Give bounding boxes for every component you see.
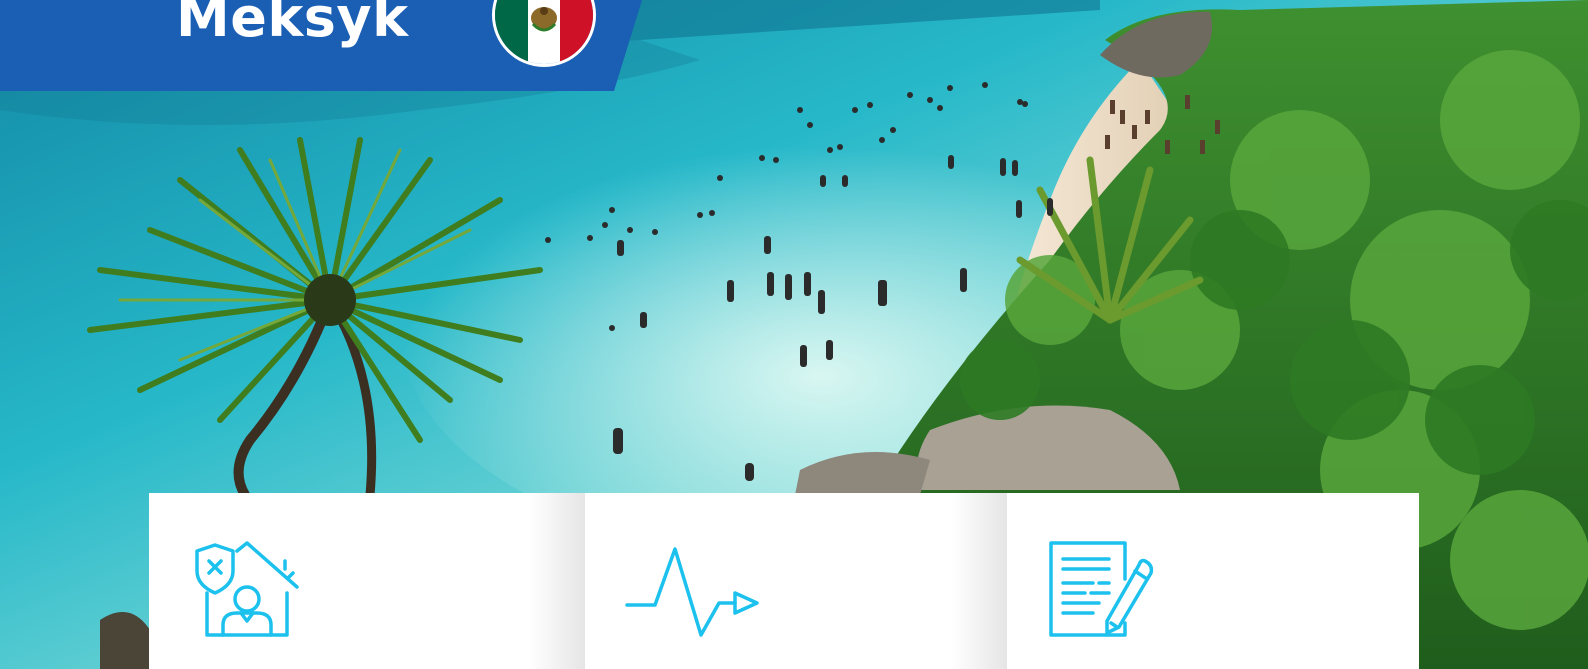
health-pulse-icon xyxy=(625,539,765,644)
feature-card-health[interactable] xyxy=(529,493,1007,669)
feature-card-document[interactable] xyxy=(951,493,1419,669)
document-edit-icon xyxy=(1049,539,1159,644)
feature-cards xyxy=(149,493,1419,669)
feature-card-home-protection[interactable] xyxy=(149,493,585,669)
home-protection-icon xyxy=(193,539,301,644)
country-banner: Meksyk xyxy=(0,0,642,91)
eagle-emblem-icon xyxy=(531,7,557,32)
page-title: Meksyk xyxy=(176,0,409,49)
